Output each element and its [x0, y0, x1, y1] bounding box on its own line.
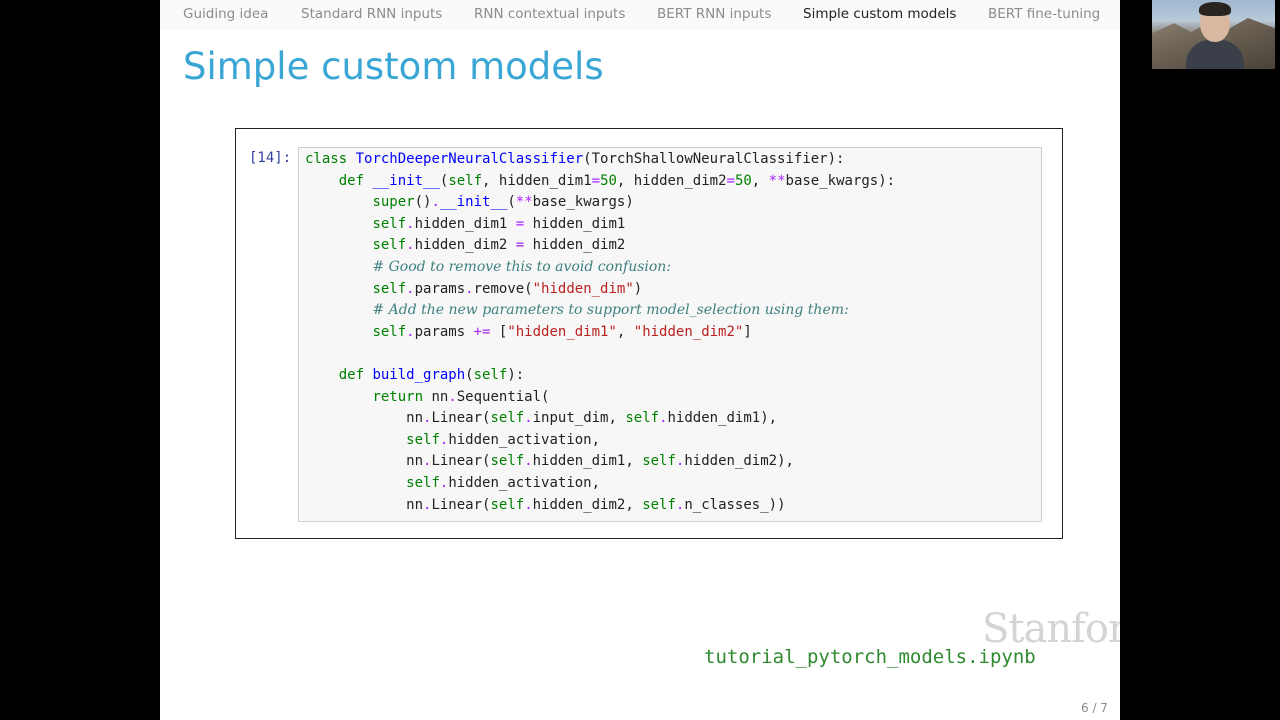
code-line: self.hidden_dim2 = hidden_dim2 — [372, 237, 626, 254]
code-line: self.hidden_activation, — [406, 474, 601, 491]
slide: Guiding idea Standard RNN inputs RNN con… — [160, 0, 1120, 720]
code-line: self.params += ["hidden_dim1", "hidden_d… — [372, 323, 752, 340]
code-line: self.hidden_dim1 = hidden_dim1 — [372, 215, 626, 232]
nav-item-bert-rnn-inputs[interactable]: BERT RNN inputs — [657, 6, 771, 22]
code-line: nn.Linear(self.hidden_dim2, self.n_class… — [305, 496, 786, 513]
code-line: # Add the new parameters to support mode… — [372, 302, 849, 319]
nav-item-simple-custom-models[interactable]: Simple custom models — [803, 6, 956, 22]
code-cell: class TorchDeeperNeuralClassifier(TorchS… — [298, 147, 1042, 522]
code-line: def build_graph(self): — [338, 366, 525, 383]
code-line: nn.Linear(self.hidden_dim1, self.hidden_… — [305, 453, 794, 470]
notebook-code-frame: [14]: class TorchDeeperNeuralClassifier(… — [235, 128, 1063, 539]
nav-item-guiding-idea[interactable]: Guiding idea — [183, 6, 268, 22]
nav-item-standard-rnn-inputs[interactable]: Standard RNN inputs — [301, 6, 442, 22]
cell-prompt: [14]: — [249, 150, 292, 166]
code-line: # Good to remove this to avoid confusion… — [372, 258, 672, 275]
presenter-hair — [1199, 2, 1231, 16]
code-line: class TorchDeeperNeuralClassifier(TorchS… — [305, 151, 845, 167]
code-line: nn.Linear(self.input_dim, self.hidden_di… — [305, 410, 778, 427]
slide-title: Simple custom models — [183, 45, 604, 88]
code-block: class TorchDeeperNeuralClassifier(TorchS… — [305, 149, 895, 516]
code-line: return nn.Sequential( — [372, 388, 550, 405]
nav-item-rnn-contextual-inputs[interactable]: RNN contextual inputs — [474, 6, 625, 22]
notebook-filename: tutorial_pytorch_models.ipynb — [704, 646, 1036, 668]
code-line: def __init__(self, hidden_dim1=50, hidde… — [338, 172, 896, 189]
code-line: super().__init__(**base_kwargs) — [372, 194, 634, 211]
code-line: self.hidden_activation, — [406, 431, 601, 448]
webcam-presenter-video — [1152, 0, 1275, 69]
section-nav: Guiding idea Standard RNN inputs RNN con… — [160, 0, 1120, 30]
page-number: 6 / 7 — [1081, 701, 1108, 715]
nav-item-bert-fine-tuning[interactable]: BERT fine-tuning — [988, 6, 1100, 22]
code-line: self.params.remove("hidden_dim") — [372, 280, 643, 297]
